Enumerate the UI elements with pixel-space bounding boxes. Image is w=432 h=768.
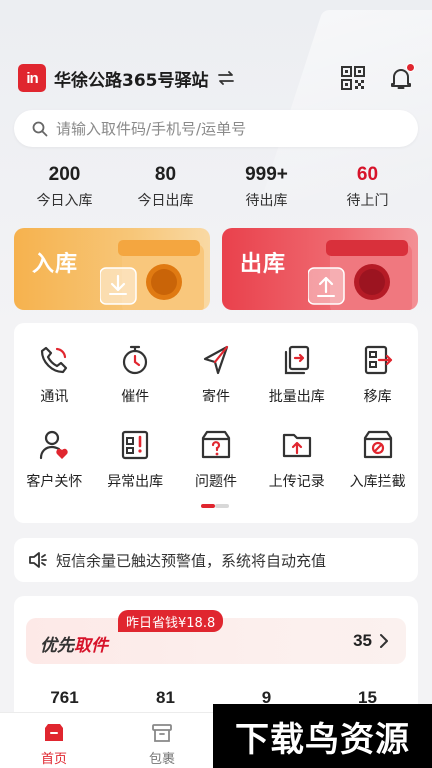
stock-in-card[interactable]: 入库 [14, 228, 210, 310]
batch-out-icon [284, 345, 309, 375]
parcel-box-icon [152, 724, 172, 742]
stock-in-label: 入库 [32, 252, 79, 277]
phone-icon [41, 346, 68, 374]
grid-item-stock-intercept[interactable]: 入库拦截 [337, 428, 418, 491]
savings-badge: 昨日省钱¥18.8 [118, 610, 224, 632]
grid-label: 入库拦截 [349, 474, 406, 490]
grid-item-move-stock[interactable]: 移库 [337, 343, 418, 406]
stat-label: 今日出库 [137, 193, 194, 209]
move-stock-icon [364, 345, 392, 375]
page-dot-active [201, 504, 215, 508]
tab-label: 包裹 [148, 752, 175, 767]
qr-code-icon[interactable] [340, 65, 366, 91]
stat-label: 待上门 [346, 193, 389, 209]
priority-stat[interactable]: 81 [115, 688, 216, 708]
grid-label: 问题件 [194, 474, 237, 490]
box-scan-in-icon [100, 240, 204, 310]
daily-stats: 200 今日入库 80 今日出库 999+ 待出库 60 待上门 [14, 164, 418, 210]
notification-dot [406, 63, 415, 72]
function-grid-panel: 通讯 催件 寄件 批量出库 移库 客户关怀 异常出库 问题件 上传记录 入库拦截 [14, 323, 418, 523]
notification-bell-icon[interactable] [388, 63, 415, 91]
watermark-text: 下载鸟资源 [235, 719, 410, 760]
priority-count: 35 [353, 631, 372, 650]
chevron-right-icon [380, 634, 388, 648]
swap-station-icon[interactable] [217, 69, 235, 87]
tab-label: 首页 [40, 752, 67, 767]
grid-label: 通讯 [40, 389, 69, 405]
station-name[interactable]: 华徐公路365号驿站 [54, 66, 209, 91]
search-icon [32, 121, 48, 136]
grid-label: 上传记录 [268, 474, 325, 490]
speaker-icon [29, 552, 47, 568]
grid-item-customer-care[interactable]: 客户关怀 [14, 428, 95, 491]
grid-item-batch-out[interactable]: 批量出库 [256, 343, 337, 406]
app-logo: in [18, 64, 46, 92]
stock-out-card[interactable]: 出库 [222, 228, 418, 310]
grid-label: 客户关怀 [26, 474, 83, 490]
watermark: 下载鸟资源 [213, 704, 432, 768]
home-icon [45, 724, 63, 741]
priority-title-accent: 取件 [74, 636, 108, 656]
stat-value: 200 [48, 164, 81, 185]
stat-today-out[interactable]: 80 今日出库 [115, 164, 216, 210]
search-input[interactable] [56, 119, 376, 138]
grid-item-send[interactable]: 寄件 [176, 343, 257, 406]
stat-today-in[interactable]: 200 今日入库 [14, 164, 115, 210]
customer-care-icon [40, 430, 69, 460]
grid-label: 催件 [121, 389, 150, 405]
stat-pending-out[interactable]: 999+ 待出库 [216, 164, 317, 210]
stat-value: 60 [356, 164, 379, 185]
send-icon [203, 345, 229, 375]
tab-parcels[interactable]: 包裹 [108, 713, 216, 768]
notice-text: 短信余量已触达预警值，系统将自动充值 [56, 551, 327, 570]
stat-value: 80 [154, 164, 177, 185]
stock-out-label: 出库 [240, 252, 287, 277]
sms-notice-bar[interactable]: 短信余量已触达预警值，系统将自动充值 [14, 538, 418, 582]
intercept-box-icon [363, 430, 392, 459]
stopwatch-icon [123, 345, 148, 375]
search-bar[interactable] [14, 110, 418, 147]
box-scan-out-icon [308, 240, 412, 310]
grid-label: 异常出库 [107, 474, 164, 490]
grid-page-indicator [201, 504, 229, 508]
priority-stat[interactable]: 761 [14, 688, 115, 708]
grid-label: 移库 [363, 389, 392, 405]
stat-value: 999+ [245, 164, 288, 185]
grid-item-abnormal-out[interactable]: 异常出库 [95, 428, 176, 491]
priority-title: 优先取件 [40, 631, 108, 656]
priority-title-prefix: 优先 [40, 636, 74, 656]
grid-item-upload-records[interactable]: 上传记录 [256, 428, 337, 491]
stat-pending-visit[interactable]: 60 待上门 [317, 164, 418, 210]
abnormal-out-icon [122, 430, 149, 460]
grid-item-problem-parcel[interactable]: 问题件 [176, 428, 257, 491]
grid-item-contact[interactable]: 通讯 [14, 343, 95, 406]
grid-label: 批量出库 [268, 389, 325, 405]
top-header: in 华徐公路365号驿站 [18, 62, 415, 94]
stat-label: 今日入库 [36, 193, 93, 209]
stat-label: 待出库 [245, 193, 288, 209]
grid-item-urge[interactable]: 催件 [95, 343, 176, 406]
problem-box-icon [201, 430, 231, 459]
tab-home[interactable]: 首页 [0, 713, 108, 768]
page-dot [215, 504, 229, 508]
upload-folder-icon [282, 433, 311, 458]
grid-label: 寄件 [201, 389, 230, 405]
